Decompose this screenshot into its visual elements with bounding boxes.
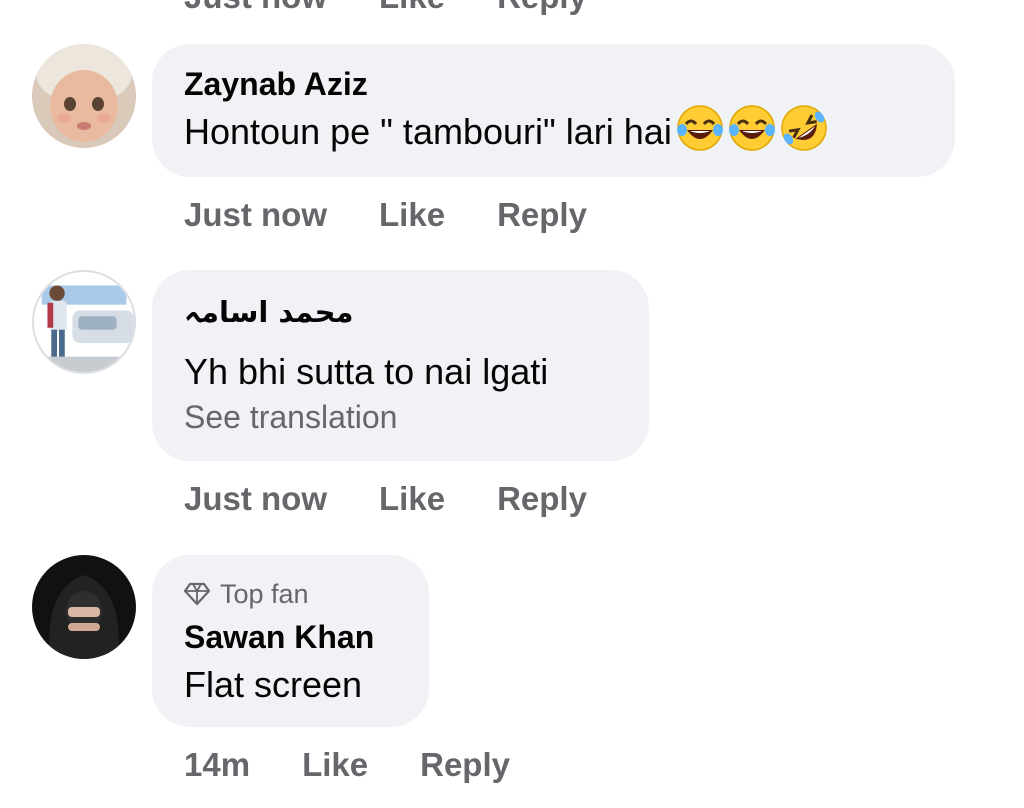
- comment-bubble[interactable]: محمد اسامہ Yh bhi sutta to nai lgati See…: [152, 270, 649, 461]
- like-button[interactable]: Like: [302, 746, 368, 784]
- badge-label: Top fan: [220, 579, 309, 609]
- comment-author[interactable]: Zaynab Aziz: [184, 64, 923, 104]
- comment-body: Hontoun pe " tambouri" lari hai: [184, 111, 672, 152]
- top-fan-badge: Top fan: [184, 577, 397, 611]
- comment-actions: Just now Like Reply: [184, 196, 587, 234]
- like-button[interactable]: Like: [379, 196, 445, 234]
- comment-bubble[interactable]: Top fan Sawan Khan Flat screen: [152, 555, 429, 727]
- tears-of-joy-emoji: [676, 105, 723, 151]
- comment-actions: Just now Like Reply: [184, 480, 587, 518]
- like-button[interactable]: Like: [379, 480, 445, 518]
- avatar[interactable]: [32, 270, 136, 374]
- rolling-on-floor-laughing-emoji: [781, 105, 827, 151]
- comment-timestamp: Just now: [184, 196, 328, 233]
- like-button[interactable]: Like: [379, 0, 445, 16]
- see-translation-link[interactable]: See translation: [184, 396, 617, 438]
- comment-bubble[interactable]: Zaynab Aziz Hontoun pe " tambouri" lari …: [152, 44, 955, 177]
- comment-actions: 14m Like Reply: [184, 746, 510, 784]
- avatar[interactable]: [32, 555, 136, 659]
- reply-button[interactable]: Reply: [497, 0, 587, 16]
- comment-author[interactable]: Sawan Khan: [184, 617, 397, 657]
- reply-button[interactable]: Reply: [497, 480, 587, 518]
- comments-thread: Just now Like Reply Zaynab Aziz Hontoun …: [0, 0, 1024, 808]
- comment-text: Hontoun pe " tambouri" lari hai: [184, 104, 923, 156]
- tears-of-joy-emoji: [728, 105, 775, 151]
- comment-body: Flat screen: [184, 664, 363, 705]
- diamond-icon: [184, 582, 210, 606]
- avatar[interactable]: [32, 44, 136, 148]
- reply-button[interactable]: Reply: [497, 196, 587, 234]
- reply-button[interactable]: Reply: [420, 746, 510, 784]
- previous-comment-meta: Just now Like Reply: [184, 0, 587, 16]
- comment-body: Yh bhi sutta to nai lgati: [184, 351, 549, 392]
- comment-author[interactable]: محمد اسامہ: [184, 292, 617, 332]
- comment-timestamp: Just now: [184, 0, 327, 16]
- comment-timestamp: Just now: [184, 480, 328, 517]
- comment-timestamp: 14m: [184, 746, 251, 783]
